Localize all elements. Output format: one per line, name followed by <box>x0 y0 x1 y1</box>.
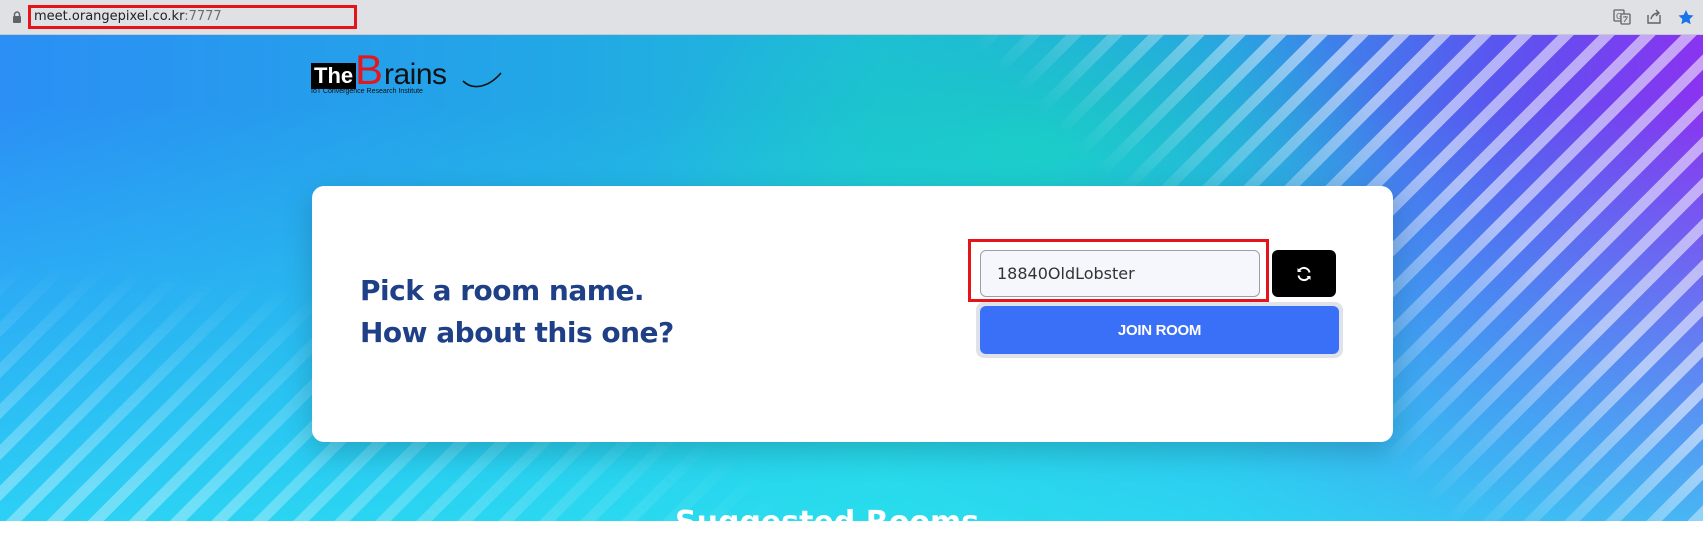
logo-rains-text: rains <box>384 58 447 91</box>
url-field[interactable]: meet.orangepixel.co.kr:7777 <box>34 9 222 25</box>
join-room-button[interactable]: JOIN ROOM <box>980 306 1339 354</box>
join-button-container: JOIN ROOM <box>976 302 1343 358</box>
lock-icon[interactable] <box>12 11 22 23</box>
heading-line-1: Pick a room name. <box>360 274 645 307</box>
url-port: :7777 <box>184 9 222 24</box>
share-icon[interactable] <box>1645 9 1663 25</box>
url-host: meet.orangepixel.co.kr <box>34 9 185 24</box>
logo-subtitle: IoT Convergence Research Institute <box>311 88 423 95</box>
room-name-input[interactable] <box>980 250 1260 297</box>
logo-the-text: The <box>311 63 357 89</box>
thebrains-logo[interactable]: The B rains IoT Convergence Research Ins… <box>311 49 502 97</box>
refresh-room-button[interactable] <box>1272 250 1336 297</box>
room-heading: Pick a room name. How about this one? <box>360 270 674 354</box>
refresh-icon <box>1297 266 1311 281</box>
logo-b-letter: B <box>355 46 384 93</box>
room-card: Pick a room name. How about this one? JO… <box>312 186 1393 442</box>
logo-swoosh-icon <box>462 72 502 88</box>
heading-line-2: How about this one? <box>360 316 674 349</box>
browser-address-bar: meet.orangepixel.co.kr:7777 G <box>0 0 1703 35</box>
translate-icon[interactable]: G <box>1613 9 1631 25</box>
star-icon[interactable] <box>1677 9 1695 25</box>
suggested-rooms-heading: Suggested Rooms <box>675 505 980 540</box>
